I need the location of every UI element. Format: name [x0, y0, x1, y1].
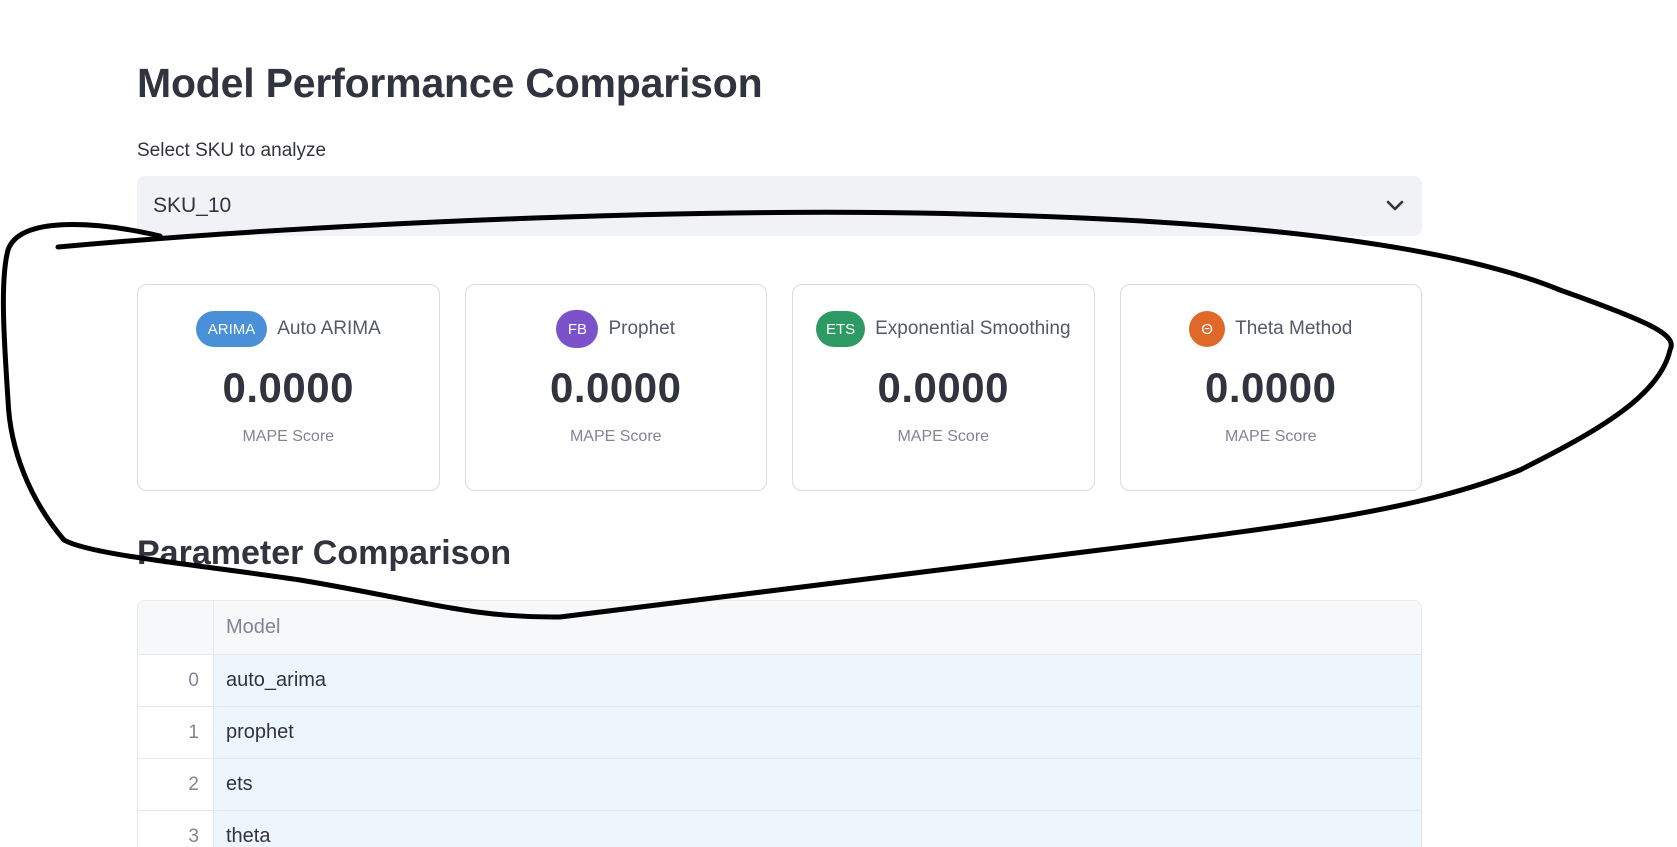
row-index: 0: [138, 655, 214, 706]
model-cell[interactable]: auto_arima: [214, 655, 1421, 706]
model-card-prophet: FB Prophet 0.0000 MAPE Score: [464, 284, 767, 491]
card-header: ETS Exponential Smoothing: [815, 310, 1071, 348]
card-mape-value: 0.0000: [550, 364, 682, 411]
page: Model Performance Comparison Select SKU …: [0, 0, 1677, 847]
ets-badge: ETS: [815, 311, 866, 347]
table-row[interactable]: 0 auto_arima: [138, 655, 1421, 707]
table-row[interactable]: 3 theta: [138, 811, 1421, 847]
card-mape-value: 0.0000: [222, 364, 354, 411]
arima-badge: ARIMA: [195, 311, 268, 347]
index-column-header[interactable]: [138, 601, 214, 654]
card-mape-label: MAPE Score: [897, 428, 990, 445]
table-header-row: Model: [138, 601, 1421, 655]
model-cards: ARIMA Auto ARIMA 0.0000 MAPE Score FB Pr…: [137, 284, 1422, 491]
model-cell[interactable]: ets: [214, 759, 1421, 810]
card-mape-label: MAPE Score: [242, 428, 335, 445]
row-index: 2: [138, 759, 214, 810]
model-card-theta: Θ Theta Method 0.0000 MAPE Score: [1119, 284, 1422, 491]
sku-select-value: SKU_10: [153, 194, 232, 217]
model-card-auto-arima: ARIMA Auto ARIMA 0.0000 MAPE Score: [137, 284, 440, 491]
card-model-name: Theta Method: [1235, 318, 1353, 339]
parameter-table: Model 0 auto_arima 1 prophet 2 ets 3 the…: [137, 600, 1422, 847]
card-mape-label: MAPE Score: [1224, 428, 1317, 445]
row-index: 3: [138, 811, 214, 847]
model-card-ets: ETS Exponential Smoothing 0.0000 MAPE Sc…: [792, 284, 1095, 491]
card-header: Θ Theta Method: [1189, 310, 1352, 348]
card-header: ARIMA Auto ARIMA: [195, 310, 381, 348]
card-model-name: Auto ARIMA: [277, 318, 381, 339]
parameter-comparison-title: Parameter Comparison: [137, 534, 512, 572]
sku-select[interactable]: SKU_10: [137, 176, 1422, 236]
sku-select-label: Select SKU to analyze: [137, 140, 327, 161]
card-model-name: Prophet: [608, 318, 676, 339]
card-header: FB Prophet: [556, 310, 675, 348]
model-column-header[interactable]: Model: [214, 601, 1421, 654]
card-mape-value: 0.0000: [1205, 364, 1337, 411]
table-row[interactable]: 1 prophet: [138, 707, 1421, 759]
model-cell[interactable]: theta: [214, 811, 1421, 847]
card-model-name: Exponential Smoothing: [875, 318, 1071, 339]
theta-badge: Θ: [1189, 311, 1226, 347]
chevron-down-icon[interactable]: [1384, 195, 1406, 217]
model-cell[interactable]: prophet: [214, 707, 1421, 758]
fb-badge: FB: [556, 310, 599, 348]
card-mape-label: MAPE Score: [569, 428, 662, 445]
page-title: Model Performance Comparison: [137, 60, 763, 106]
row-index: 1: [138, 707, 214, 758]
table-row[interactable]: 2 ets: [138, 759, 1421, 811]
card-mape-value: 0.0000: [877, 364, 1009, 411]
